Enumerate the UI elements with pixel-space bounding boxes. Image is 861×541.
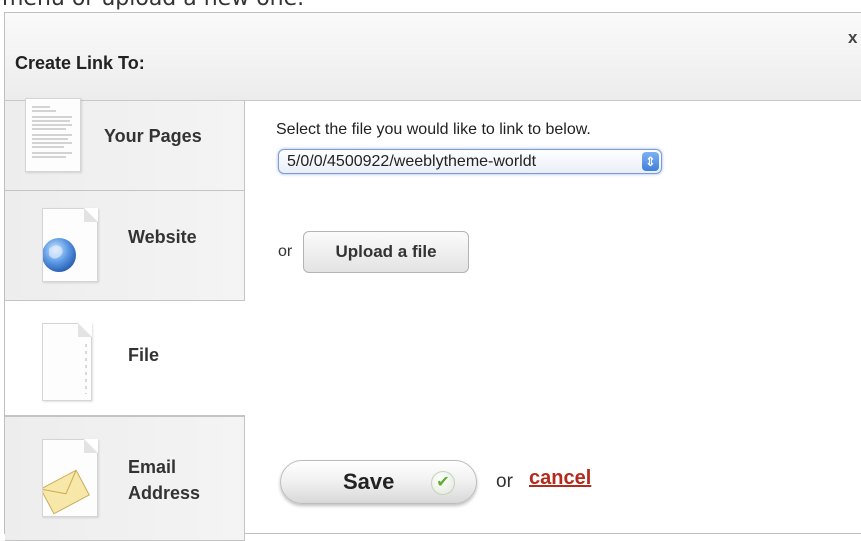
file-icon bbox=[42, 323, 92, 401]
background-instruction-text: menu or upload a new one. bbox=[2, 0, 304, 11]
link-type-sidebar: Your Pages Website File Email Address bbox=[5, 98, 245, 541]
create-link-dialog: Create Link To: x Your Pages Website Fil… bbox=[4, 12, 861, 541]
or-cancel-label: or bbox=[496, 471, 513, 492]
file-select-dropdown[interactable]: 5/0/0/4500922/weeblytheme-worldt ⇕ bbox=[278, 149, 662, 174]
save-button[interactable]: Save ✔ bbox=[280, 460, 477, 504]
checkmark-icon: ✔ bbox=[431, 471, 455, 495]
sidebar-item-label: Website bbox=[128, 227, 197, 247]
sidebar-item-label: Email bbox=[128, 457, 177, 477]
cancel-link[interactable]: cancel bbox=[529, 467, 591, 490]
sidebar-item-label: File bbox=[128, 345, 160, 365]
sidebar-item-email-address[interactable]: Email Address bbox=[5, 416, 245, 541]
close-icon[interactable]: x bbox=[848, 28, 857, 48]
link-content-panel: Select the file you would like to link t… bbox=[245, 101, 861, 533]
dialog-title: Create Link To: bbox=[15, 53, 145, 73]
sidebar-item-website[interactable]: Website bbox=[5, 191, 245, 301]
envelope-icon bbox=[42, 439, 98, 517]
sidebar-item-label: Your Pages bbox=[104, 126, 202, 146]
upload-file-button[interactable]: Upload a file bbox=[303, 231, 469, 273]
save-button-label: Save bbox=[343, 469, 395, 494]
sidebar-item-label: Address bbox=[128, 483, 201, 503]
file-select-value: 5/0/0/4500922/weeblytheme-worldt bbox=[287, 153, 537, 170]
sidebar-item-file[interactable]: File bbox=[5, 301, 245, 416]
chevron-up-down-icon: ⇕ bbox=[642, 152, 659, 171]
or-label: or bbox=[278, 243, 293, 260]
globe-icon bbox=[42, 208, 98, 282]
sidebar-item-your-pages[interactable]: Your Pages bbox=[5, 98, 245, 191]
select-file-prompt: Select the file you would like to link t… bbox=[276, 121, 591, 138]
dialog-header: Create Link To: bbox=[5, 13, 861, 101]
document-page-icon bbox=[25, 98, 81, 172]
